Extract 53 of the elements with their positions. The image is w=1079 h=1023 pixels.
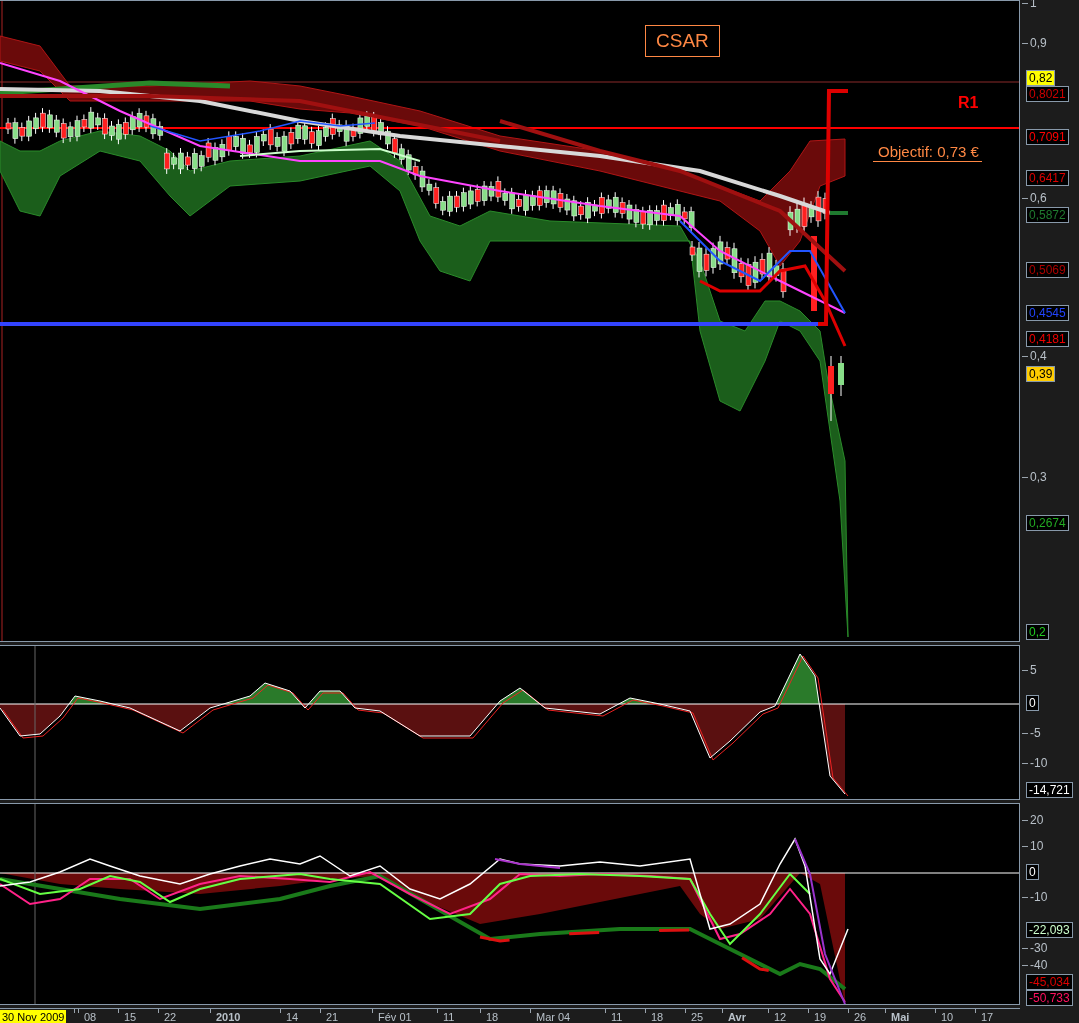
value-badge: 0,39: [1026, 366, 1056, 382]
value-badge: -45,034: [1026, 974, 1073, 990]
date-label: 26: [853, 1010, 868, 1023]
value-badge: 0,2674: [1026, 515, 1069, 531]
resistance-label: R1: [958, 94, 979, 112]
value-badge: -14,721: [1026, 782, 1073, 798]
axis-label: 0,4: [1030, 349, 1047, 363]
date-label: 19: [813, 1010, 828, 1023]
axis-label: 5: [1030, 663, 1037, 677]
axis-label: -40: [1030, 958, 1048, 972]
date-label: 18: [650, 1010, 665, 1023]
date-label: Fév 01: [377, 1010, 413, 1023]
axis-label: 0,3: [1030, 470, 1047, 484]
value-badge: 0: [1026, 695, 1039, 711]
value-badge: 0,82: [1026, 70, 1056, 86]
value-badge: 0,4181: [1026, 331, 1069, 347]
date-label: 11: [442, 1010, 456, 1023]
date-label: 2010: [215, 1010, 242, 1023]
date-label: 14: [285, 1010, 300, 1023]
date-label: 21: [325, 1010, 340, 1023]
value-badge: -22,093: [1026, 922, 1073, 938]
axis-label: 0,9: [1030, 36, 1047, 50]
value-badge: 0,4545: [1026, 305, 1069, 321]
axis-label: 20: [1030, 813, 1044, 827]
axis-label: 0,6: [1030, 191, 1047, 205]
axis-label: 10: [1030, 839, 1044, 853]
date-label: 30 Nov 2009: [0, 1010, 67, 1023]
date-label: 22: [163, 1010, 178, 1023]
axis-label: -30: [1030, 941, 1048, 955]
date-label: Mai: [890, 1010, 911, 1023]
value-badge: 0,2: [1026, 624, 1049, 640]
date-label: Avr: [727, 1010, 747, 1023]
date-label: 08: [83, 1010, 98, 1023]
value-badge: -50,733: [1026, 990, 1073, 1006]
axis-label: -10: [1030, 890, 1048, 904]
value-badge: 0,5872: [1026, 207, 1069, 223]
value-badge: 0,5069: [1026, 262, 1069, 278]
target-label: Objectif: 0,73 €: [873, 143, 982, 162]
date-label: 17: [980, 1010, 995, 1023]
date-label: Mar 04: [535, 1010, 572, 1023]
axis-label: -5: [1030, 726, 1041, 740]
date-label: 11: [610, 1010, 624, 1023]
date-label: 25: [690, 1010, 705, 1023]
value-badge: 0,6417: [1026, 170, 1069, 186]
value-badge: 0: [1026, 864, 1039, 880]
chart-title: CSAR: [645, 25, 720, 57]
date-label: 12: [773, 1010, 788, 1023]
axis-label: -10: [1030, 756, 1048, 770]
date-label: 15: [123, 1010, 138, 1023]
value-badge: 0,7091: [1026, 129, 1069, 145]
date-label: 18: [485, 1010, 500, 1023]
value-badge: 0,8021: [1026, 86, 1069, 102]
date-label: 10: [940, 1010, 955, 1023]
